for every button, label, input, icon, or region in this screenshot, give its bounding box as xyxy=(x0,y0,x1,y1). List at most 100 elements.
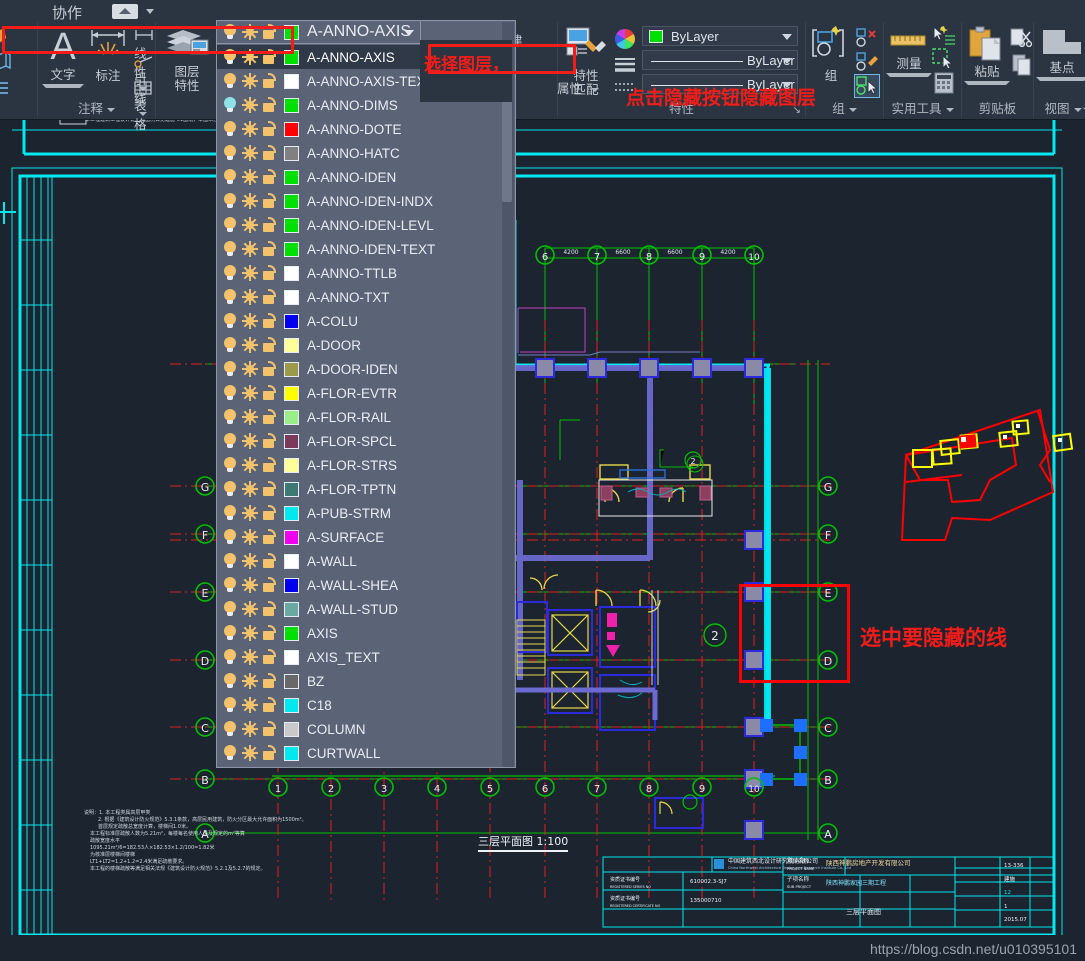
layer-row[interactable]: CURTWALL xyxy=(217,741,503,765)
linetype-caret-icon[interactable] xyxy=(782,58,792,64)
layer-freeze-sun-icon[interactable] xyxy=(242,289,258,305)
layer-on-bulb-icon[interactable] xyxy=(223,24,237,40)
layer-row[interactable]: A-ANNO-IDEN xyxy=(217,165,503,189)
layer-freeze-sun-icon[interactable] xyxy=(242,337,258,353)
layer-freeze-sun-icon[interactable] xyxy=(242,313,258,329)
layer-on-bulb-icon[interactable] xyxy=(223,49,237,65)
layer-unlock-icon[interactable] xyxy=(262,625,277,641)
layer-freeze-sun-icon[interactable] xyxy=(242,409,258,425)
layer-freeze-sun-icon[interactable] xyxy=(242,697,258,713)
copy-icon[interactable] xyxy=(1012,54,1034,81)
layer-unlock-icon[interactable] xyxy=(262,601,277,617)
tab-collaborate[interactable]: 协作 xyxy=(52,2,82,23)
color-caret-icon[interactable] xyxy=(782,34,792,40)
layer-on-bulb-icon[interactable] xyxy=(223,721,237,737)
group-button[interactable]: 组 xyxy=(810,26,852,83)
layer-color-swatch[interactable] xyxy=(284,289,299,305)
layer-unlock-icon[interactable] xyxy=(262,217,277,233)
layer-on-bulb-icon[interactable] xyxy=(223,601,237,617)
layer-on-bulb-icon[interactable] xyxy=(223,625,237,641)
layer-color-swatch[interactable] xyxy=(284,193,299,209)
layer-properties-button[interactable]: 图层 特性 xyxy=(158,28,216,93)
layer-color-swatch[interactable] xyxy=(284,97,299,113)
layer-row[interactable]: A-ANNO-IDEN-INDX xyxy=(217,189,503,213)
linetype-control[interactable]: ByLayer xyxy=(642,50,798,70)
group-panel-caret-icon[interactable] xyxy=(848,107,857,112)
layer-color-swatch[interactable] xyxy=(284,505,299,521)
layer-freeze-sun-icon[interactable] xyxy=(242,193,258,209)
layer-row[interactable]: A-SURFACE xyxy=(217,525,503,549)
layer-unlock-icon[interactable] xyxy=(262,193,277,209)
layer-on-bulb-icon[interactable] xyxy=(223,265,237,281)
layer-row[interactable]: BZ xyxy=(217,669,503,693)
layer-row[interactable]: A-WALL xyxy=(217,549,503,573)
layer-row[interactable]: A-WALL-STUD xyxy=(217,597,503,621)
layer-color-swatch[interactable] xyxy=(284,313,299,329)
cut-icon[interactable] xyxy=(1010,28,1033,53)
layer-unlock-icon[interactable] xyxy=(262,481,277,497)
layer-on-bulb-icon[interactable] xyxy=(223,121,237,137)
layer-unlock-icon[interactable] xyxy=(262,361,277,377)
layer-row[interactable]: A-ANNO-TTLB xyxy=(217,261,503,285)
layer-freeze-sun-icon[interactable] xyxy=(242,577,258,593)
layer-color-swatch[interactable] xyxy=(284,337,299,353)
layer-unlock-icon[interactable] xyxy=(262,697,277,713)
layer-on-bulb-icon[interactable] xyxy=(223,745,237,761)
layer-color-swatch[interactable] xyxy=(284,217,299,233)
properties-attr-label[interactable]: 属性 xyxy=(557,78,599,97)
layer-on-bulb-icon[interactable] xyxy=(223,337,237,353)
layer-on-bulb-icon[interactable] xyxy=(223,649,237,665)
layer-color-swatch[interactable] xyxy=(284,24,299,40)
layer-unlock-icon[interactable] xyxy=(262,313,277,329)
layer-color-swatch[interactable] xyxy=(284,265,299,281)
layer-freeze-sun-icon[interactable] xyxy=(242,721,258,737)
layer-on-bulb-icon[interactable] xyxy=(223,73,237,89)
paste-button[interactable]: 粘贴 xyxy=(964,26,1010,85)
layer-color-swatch[interactable] xyxy=(284,457,299,473)
layer-color-swatch[interactable] xyxy=(284,649,299,665)
measure-caret-icon[interactable] xyxy=(886,73,932,77)
layer-combo-caret-icon[interactable] xyxy=(404,30,414,36)
layer-row[interactable]: AXIS_TEXT xyxy=(217,645,503,669)
layer-row[interactable]: A-FLOR-TPTN xyxy=(217,477,503,501)
text-caret-icon[interactable] xyxy=(42,84,84,88)
layer-freeze-sun-icon[interactable] xyxy=(242,49,258,65)
layer-freeze-sun-icon[interactable] xyxy=(242,649,258,665)
layer-on-bulb-icon[interactable] xyxy=(223,409,237,425)
layer-color-swatch[interactable] xyxy=(284,481,299,497)
layer-color-swatch[interactable] xyxy=(284,121,299,137)
layer-row[interactable]: A-ANNO-DOTE xyxy=(217,117,503,141)
text-button[interactable]: A 文字 xyxy=(42,26,84,88)
layer-on-bulb-icon[interactable] xyxy=(223,481,237,497)
layer-color-swatch[interactable] xyxy=(284,385,299,401)
layer-on-bulb-icon[interactable] xyxy=(223,145,237,161)
layer-freeze-sun-icon[interactable] xyxy=(242,481,258,497)
layer-color-swatch[interactable] xyxy=(284,361,299,377)
layer-color-swatch[interactable] xyxy=(284,433,299,449)
layer-freeze-sun-icon[interactable] xyxy=(242,361,258,377)
layer-row[interactable]: A-ANNO-HATC xyxy=(217,141,503,165)
layer-freeze-sun-icon[interactable] xyxy=(242,529,258,545)
layer-freeze-sun-icon[interactable] xyxy=(242,145,258,161)
layer-on-bulb-icon[interactable] xyxy=(223,361,237,377)
layer-on-bulb-icon[interactable] xyxy=(223,505,237,521)
layer-on-bulb-icon[interactable] xyxy=(223,697,237,713)
layer-color-swatch[interactable] xyxy=(284,745,299,761)
layer-off-bulb-icon[interactable] xyxy=(223,97,237,113)
layer-freeze-sun-icon[interactable] xyxy=(242,241,258,257)
view-panel-caret-icon[interactable] xyxy=(1073,107,1082,112)
layer-unlock-icon[interactable] xyxy=(262,385,277,401)
dimension-button[interactable]: 标注 xyxy=(86,26,130,83)
layer-unlock-icon[interactable] xyxy=(262,553,277,569)
calculator-icon[interactable] xyxy=(934,72,954,99)
attr-caret-icon[interactable] xyxy=(590,87,599,92)
layer-color-swatch[interactable] xyxy=(284,49,299,65)
layer-unlock-icon[interactable] xyxy=(262,97,277,113)
layer-color-swatch[interactable] xyxy=(284,529,299,545)
layer-row[interactable]: A-DOOR xyxy=(217,333,503,357)
layer-freeze-sun-icon[interactable] xyxy=(242,265,258,281)
layer-row[interactable]: A-DOOR-IDEN xyxy=(217,357,503,381)
layer-row[interactable]: A-WALL-SHEA xyxy=(217,573,503,597)
layer-color-swatch[interactable] xyxy=(284,697,299,713)
layer-freeze-sun-icon[interactable] xyxy=(242,217,258,233)
